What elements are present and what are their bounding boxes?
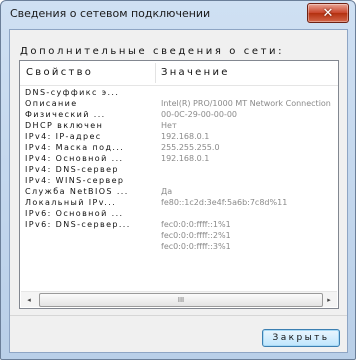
- close-icon: ✕: [322, 5, 334, 21]
- list-row[interactable]: Служба NetBIOS ... Да: [20, 186, 338, 197]
- list-row[interactable]: Физический ... 00-0C-29-00-00-00: [20, 109, 338, 120]
- property-name: IPv6: Основной ...: [25, 209, 124, 218]
- list-row[interactable]: IPv4: Основной ... 192.168.0.1: [20, 153, 338, 164]
- close-button[interactable]: Закрыть: [262, 329, 340, 347]
- property-value: fec0:0:0:ffff::2%1: [161, 231, 231, 240]
- property-name: Описание: [25, 99, 78, 108]
- title-bar[interactable]: Сведения о сетевом подключении ✕: [1, 1, 355, 27]
- property-value: Да: [161, 187, 173, 196]
- arrow-left-icon: ◂: [27, 295, 31, 304]
- property-name: IPv4: DNS-сервер: [25, 165, 119, 174]
- property-name: DHCP включен: [25, 121, 104, 130]
- list-row[interactable]: IPv4: Маска под... 255.255.255.0: [20, 142, 338, 153]
- property-name: Физический ...: [25, 110, 106, 119]
- list-row[interactable]: Локальный IPv... fe80::1c2d:3e4f:5a6b:7c8…: [20, 197, 338, 208]
- property-name: IPv4: Маска под...: [25, 143, 125, 152]
- dialog-body: Дополнительные сведения о сети: Свойство…: [9, 29, 348, 353]
- property-name: IPv4: IP-адрес: [25, 132, 102, 141]
- list-row[interactable]: Описание Intel(R) PRO/1000 MT Network Con…: [20, 98, 338, 109]
- property-value: 255.255.255.0: [161, 143, 220, 152]
- list-row[interactable]: IPv6: Основной ...: [20, 208, 338, 219]
- horizontal-scrollbar[interactable]: ◂ III ▸: [21, 291, 337, 307]
- footer-divider: [10, 315, 347, 316]
- details-list[interactable]: Свойство Значение DNS-суффикс э... Описан…: [19, 60, 339, 309]
- list-header: Свойство Значение: [20, 61, 338, 86]
- column-header-value[interactable]: Значение: [161, 67, 230, 78]
- property-value: 192.168.0.1: [161, 132, 210, 141]
- scrollbar-grip: III: [177, 296, 185, 304]
- list-row[interactable]: IPv4: IP-адрес 192.168.0.1: [20, 131, 338, 142]
- property-name: DNS-суффикс э...: [25, 88, 120, 97]
- property-value: fec0:0:0:ffff::3%1: [161, 242, 231, 251]
- scroll-right-button[interactable]: ▸: [321, 292, 337, 307]
- network-details-dialog: Сведения о сетевом подключении ✕ Дополни…: [0, 0, 356, 360]
- list-row[interactable]: IPv4: DNS-сервер: [20, 164, 338, 175]
- list-row[interactable]: fec0:0:0:ffff::2%1: [20, 230, 338, 241]
- property-name: IPv4: Основной ...: [25, 154, 124, 163]
- property-value: 192.168.0.1: [161, 154, 210, 163]
- list-row[interactable]: IPv6: DNS-сервер... fec0:0:0:ffff::1%1: [20, 219, 338, 230]
- window-title: Сведения о сетевом подключении: [10, 7, 211, 20]
- close-window-button[interactable]: ✕: [307, 3, 349, 23]
- property-value: fe80::1c2d:3e4f:5a6b:7c8d%11: [161, 198, 288, 207]
- property-name: Служба NetBIOS ...: [25, 187, 129, 196]
- scroll-left-button[interactable]: ◂: [21, 292, 37, 307]
- property-name: IPv4: WINS-сервер: [25, 176, 125, 185]
- close-button-label: Закрыть: [272, 333, 330, 343]
- scrollbar-thumb[interactable]: III: [39, 293, 323, 307]
- list-row[interactable]: DNS-суффикс э...: [20, 87, 338, 98]
- list-row[interactable]: IPv4: WINS-сервер: [20, 175, 338, 186]
- property-value: fec0:0:0:ffff::1%1: [161, 220, 231, 229]
- list-rows: DNS-суффикс э... Описание Intel(R) PRO/100…: [20, 87, 338, 252]
- property-name: Локальный IPv...: [25, 198, 117, 207]
- property-name: IPv6: DNS-сервер...: [25, 220, 131, 229]
- property-value: 00-0C-29-00-00-00: [161, 110, 238, 119]
- details-heading: Дополнительные сведения о сети:: [20, 46, 285, 57]
- property-value: Нет: [161, 121, 177, 130]
- column-divider[interactable]: [155, 63, 156, 83]
- list-row[interactable]: fec0:0:0:ffff::3%1: [20, 241, 338, 252]
- property-value: Intel(R) PRO/1000 MT Network Connection: [161, 99, 331, 108]
- list-row[interactable]: DHCP включен Нет: [20, 120, 338, 131]
- column-header-property[interactable]: Свойство: [26, 67, 93, 78]
- arrow-right-icon: ▸: [327, 295, 331, 304]
